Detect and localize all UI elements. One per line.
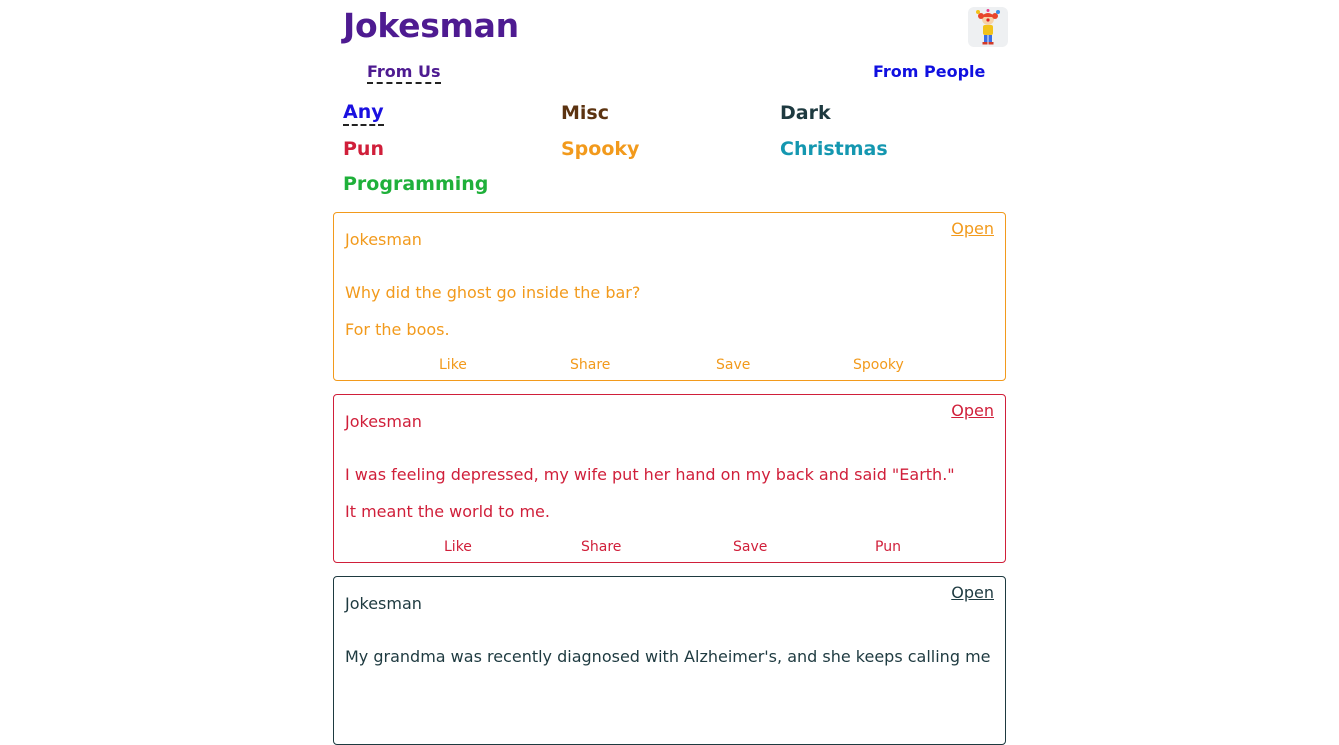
- save-button[interactable]: Save: [733, 539, 767, 555]
- joke-actions: Like Share Save Spooky: [334, 357, 1005, 377]
- category-dark[interactable]: Dark: [780, 100, 831, 126]
- joke-actions: Like Share Save Pun: [334, 539, 1005, 559]
- category-spooky[interactable]: Spooky: [561, 136, 639, 162]
- joke-card: Jokesman Open I was feeling depressed, m…: [333, 394, 1006, 563]
- clown-juggler-icon[interactable]: [968, 7, 1008, 47]
- tab-from-us[interactable]: From Us: [367, 62, 441, 84]
- app-title: Jokesman: [343, 6, 519, 45]
- joke-setup: Why did the ghost go inside the bar?: [345, 283, 641, 302]
- joke-delivery: It meant the world to me.: [345, 502, 550, 521]
- category-any[interactable]: Any: [343, 100, 384, 126]
- joke-author: Jokesman: [345, 230, 422, 249]
- joke-card: Jokesman Open My grandma was recently di…: [333, 576, 1006, 745]
- open-joke-link[interactable]: Open: [951, 401, 994, 420]
- category-tag[interactable]: Pun: [875, 539, 901, 555]
- share-button[interactable]: Share: [570, 357, 610, 373]
- category-pun[interactable]: Pun: [343, 136, 384, 162]
- open-joke-link[interactable]: Open: [951, 219, 994, 238]
- share-button[interactable]: Share: [581, 539, 621, 555]
- tab-from-people[interactable]: From People: [873, 62, 985, 82]
- save-button[interactable]: Save: [716, 357, 750, 373]
- joke-card: Jokesman Open Why did the ghost go insid…: [333, 212, 1006, 381]
- category-christmas[interactable]: Christmas: [780, 136, 888, 162]
- joke-setup: My grandma was recently diagnosed with A…: [345, 647, 991, 666]
- open-joke-link[interactable]: Open: [951, 583, 994, 602]
- joke-setup: I was feeling depressed, my wife put her…: [345, 465, 955, 484]
- like-button[interactable]: Like: [444, 539, 472, 555]
- category-misc[interactable]: Misc: [561, 100, 609, 126]
- category-tag[interactable]: Spooky: [853, 357, 904, 373]
- category-programming[interactable]: Programming: [343, 171, 488, 197]
- joke-author: Jokesman: [345, 412, 422, 431]
- joke-delivery: For the boos.: [345, 320, 450, 339]
- like-button[interactable]: Like: [439, 357, 467, 373]
- app-container: Jokesman From Us From People Any Misc Da…: [333, 0, 1008, 745]
- joke-author: Jokesman: [345, 594, 422, 613]
